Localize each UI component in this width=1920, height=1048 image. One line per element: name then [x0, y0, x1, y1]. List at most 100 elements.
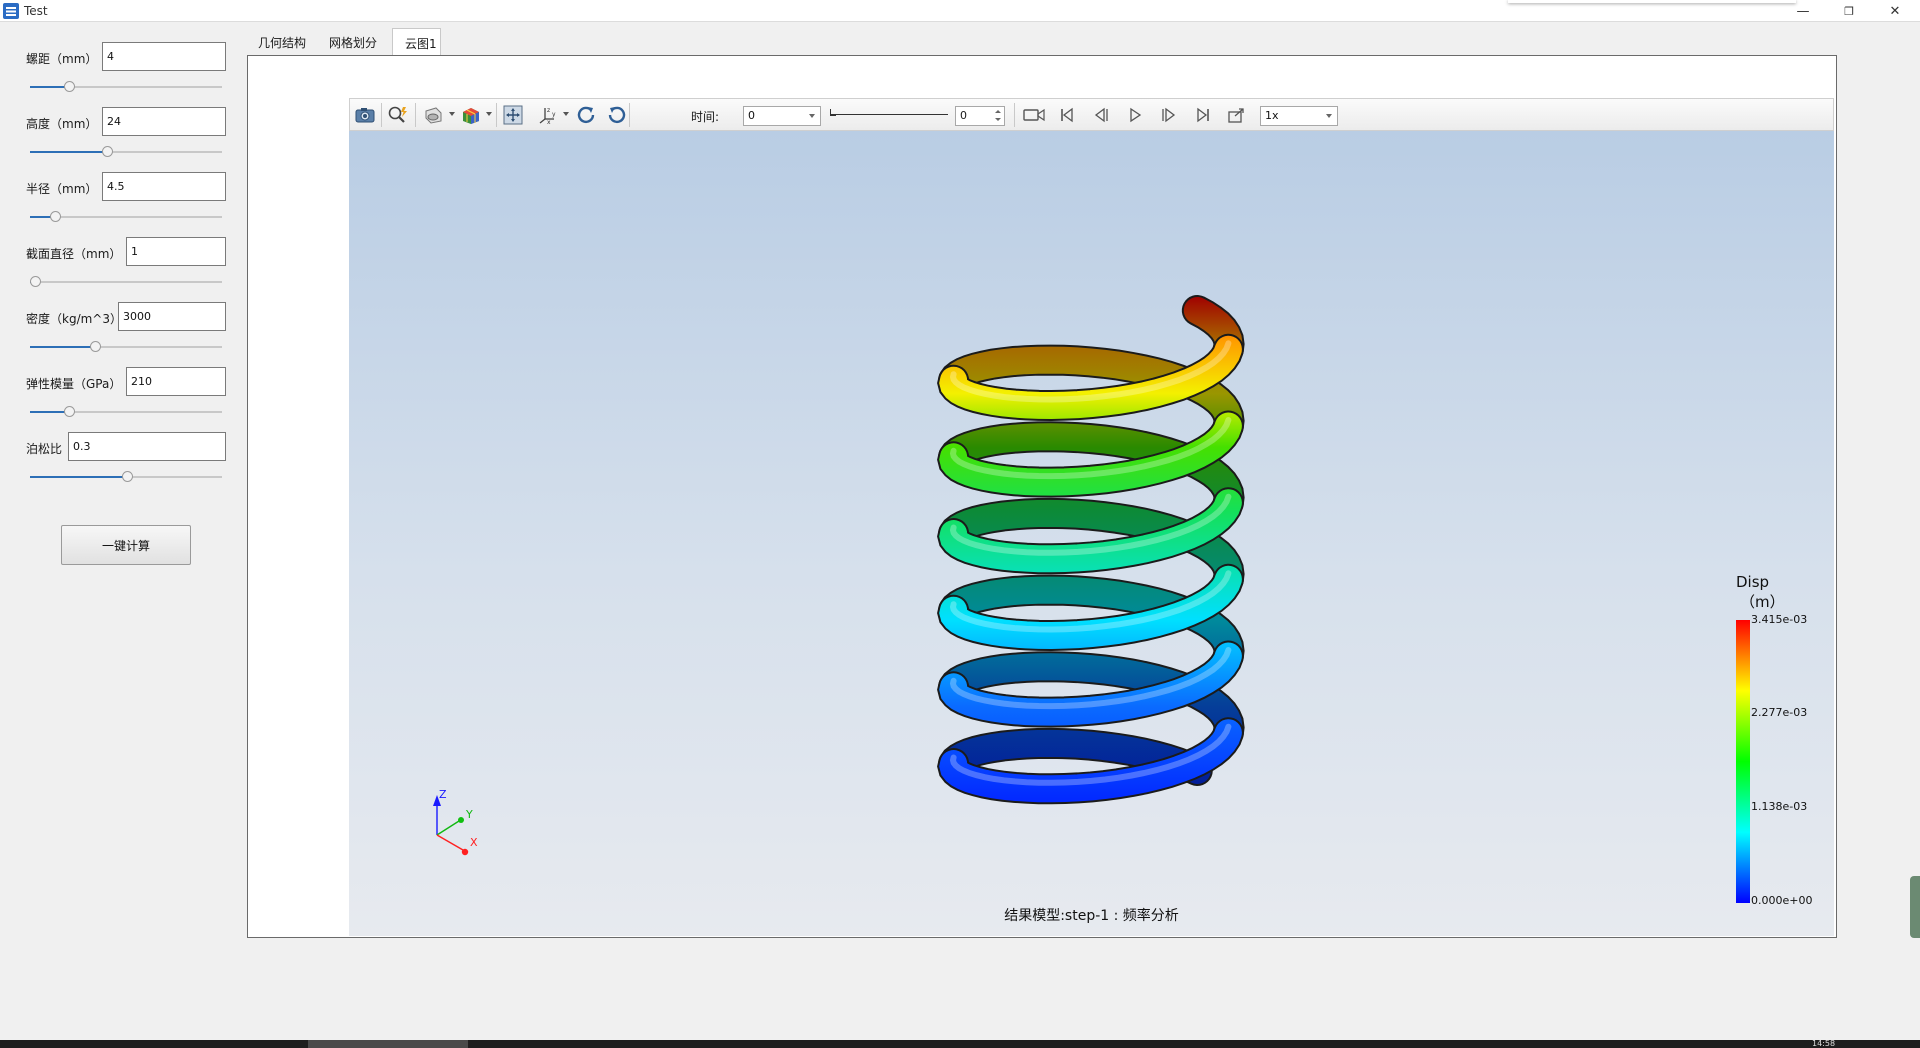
last-frame-button[interactable] [1191, 104, 1215, 126]
chevron-down-icon [809, 114, 815, 118]
helix-front-coils [937, 333, 1244, 805]
video-camera-icon [1023, 108, 1045, 122]
surface-mode-icon [425, 107, 442, 124]
spring-model[interactable]: Z Y X [349, 131, 1834, 936]
poisson-ratio-input[interactable] [68, 432, 226, 461]
speed-combo[interactable]: 1x [1260, 106, 1338, 126]
first-frame-button[interactable] [1055, 104, 1079, 126]
play-icon [1130, 107, 1142, 123]
3d-viewport[interactable]: Z Y X Disp （m） 3.415e-03 2.277e-03 1.138… [349, 131, 1834, 936]
slider-fill [30, 346, 95, 348]
colorbar-tick-2: 2.277e-03 [1751, 706, 1808, 719]
export-animation-button[interactable] [1225, 104, 1249, 126]
param-label-density: 密度（kg/m^3） [26, 312, 122, 326]
play-button[interactable] [1123, 104, 1147, 126]
slider-fill [30, 476, 128, 478]
colorbar-tick-1: 1.138e-03 [1751, 800, 1808, 813]
magnifier-icon [388, 106, 407, 123]
color-mode-dropdown-icon[interactable] [486, 112, 492, 116]
color-cube-icon [463, 108, 479, 124]
taskbar-app-button[interactable] [308, 1040, 468, 1048]
color-mode-button[interactable] [459, 104, 483, 126]
param-label-section-diameter: 截面直径（mm） [26, 247, 122, 261]
parameter-panel: 螺距（mm） 高度（mm） 半径（mm） 截面直径（mm） 密度（kg/m^3）… [0, 23, 240, 1033]
tab-meshing[interactable]: 网格划分 [317, 28, 389, 56]
minimize-button[interactable]: — [1780, 0, 1826, 22]
section-diameter-slider[interactable] [30, 276, 222, 288]
calculate-button[interactable]: 一键计算 [61, 525, 191, 565]
display-mode-button[interactable] [422, 104, 446, 126]
tab-contour-1[interactable]: 云图1 [392, 28, 441, 56]
close-button[interactable]: ✕ [1872, 0, 1918, 22]
param-label-height: 高度（mm） [26, 117, 98, 131]
taskbar [0, 1040, 1920, 1048]
slider-handle[interactable] [102, 146, 114, 157]
record-video-button[interactable] [1022, 104, 1046, 126]
window-title: Test [24, 4, 48, 18]
restore-button[interactable]: ❐ [1826, 0, 1872, 22]
spin-down-icon[interactable] [995, 118, 1001, 121]
app-window: Test — ❐ ✕ 螺距（mm） 高度（mm） 半径（mm） 截面直径（mm） [0, 0, 1920, 1048]
viewer-toolbar: z y x 时间: 0 0 1x [349, 98, 1834, 131]
rotate-cw-icon [608, 106, 626, 124]
slider-handle[interactable] [89, 341, 101, 352]
step-forward-icon [1162, 107, 1176, 123]
rotate-ccw-icon [577, 106, 595, 124]
svg-text:x: x [547, 119, 551, 125]
axis-view-button[interactable]: z y x [536, 104, 560, 126]
time-combo[interactable]: 0 [743, 106, 821, 126]
colorbar-tick-max: 3.415e-03 [1751, 613, 1808, 626]
time-slider-handle[interactable] [830, 109, 836, 116]
previous-frame-button[interactable] [1089, 104, 1113, 126]
slider-handle[interactable] [49, 211, 61, 222]
time-step-value: 0 [960, 109, 967, 122]
restore-icon: ❐ [1844, 4, 1854, 18]
axis-view-dropdown-icon[interactable] [563, 112, 569, 116]
step-back-icon [1094, 107, 1108, 123]
radius-slider[interactable] [30, 211, 222, 223]
camera-icon [355, 108, 375, 123]
title-bar-popup [1508, 0, 1796, 3]
param-label-elastic-modulus: 弹性模量（GPa） [26, 377, 122, 391]
density-slider[interactable] [30, 341, 222, 353]
chevron-down-icon [1326, 114, 1332, 118]
time-slider[interactable] [830, 114, 948, 115]
radius-input[interactable] [102, 172, 226, 201]
zoom-button[interactable] [386, 104, 410, 126]
axes-icon: z y x [539, 107, 556, 125]
time-combo-value: 0 [748, 109, 755, 122]
pitch-slider[interactable] [30, 81, 222, 93]
display-mode-dropdown-icon[interactable] [449, 112, 455, 116]
side-dock-handle[interactable] [1910, 876, 1920, 938]
param-label-poisson-ratio: 泊松比 [26, 442, 63, 456]
app-icon [3, 3, 19, 19]
height-input[interactable] [102, 107, 226, 136]
section-diameter-input[interactable] [126, 237, 226, 266]
skip-to-end-icon [1197, 107, 1209, 123]
tab-geometry[interactable]: 几何结构 [246, 28, 318, 56]
colorbar-unit: （m） [1740, 593, 1785, 611]
z-axis-label: Z [439, 788, 447, 801]
svg-text:z: z [547, 107, 550, 114]
spin-up-icon[interactable] [995, 110, 1001, 113]
slider-handle[interactable] [122, 471, 134, 482]
slider-handle[interactable] [64, 81, 76, 92]
elastic-modulus-input[interactable] [126, 367, 226, 396]
rotate-right-button[interactable] [605, 104, 629, 126]
result-viewer: z y x 时间: 0 0 1x Z Y X Disp （m） 3.415e-0… [349, 98, 1834, 936]
density-input[interactable] [118, 302, 226, 331]
slider-handle[interactable] [64, 406, 76, 417]
height-slider[interactable] [30, 146, 222, 158]
time-step-spinbox[interactable]: 0 [955, 106, 1005, 126]
fit-view-icon [503, 105, 523, 125]
fit-view-button[interactable] [501, 104, 525, 126]
colorbar-title: Disp [1736, 573, 1770, 591]
poisson-ratio-slider[interactable] [30, 471, 222, 483]
next-frame-button[interactable] [1157, 104, 1181, 126]
rotate-left-button[interactable] [574, 104, 598, 126]
slider-handle[interactable] [30, 276, 41, 287]
elastic-modulus-slider[interactable] [30, 406, 222, 418]
pitch-input[interactable] [102, 42, 226, 71]
screenshot-button[interactable] [353, 104, 377, 126]
y-axis-label: Y [465, 808, 473, 821]
